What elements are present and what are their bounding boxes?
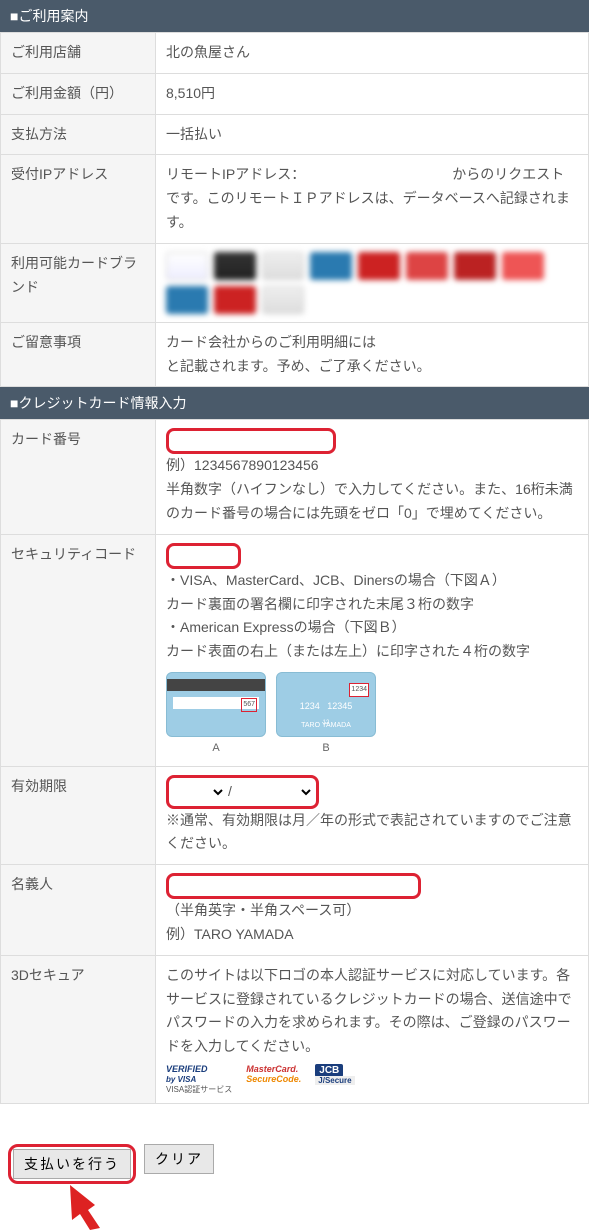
usage-guide-header: ■ご利用案内 bbox=[0, 0, 589, 32]
3dsecure-logos: VERIFIED by VISA VISA認証サービス MasterCard. … bbox=[166, 1065, 578, 1095]
cardnum-label: カード番号 bbox=[1, 420, 156, 534]
cvv-3digit-sample: 567 bbox=[241, 698, 257, 712]
diners-logo-icon bbox=[310, 252, 352, 280]
card-front-illustration: 1234 1234 1234512 TARO YAMADA bbox=[276, 672, 376, 737]
name-help: （半角英字・半角スペース可） bbox=[166, 902, 360, 918]
cardnum-help: 半角数字（ハイフンなし）で入力してください。また、16桁未満のカード番号の場合に… bbox=[166, 481, 573, 521]
card-logo-icon bbox=[358, 252, 400, 280]
clear-button[interactable]: クリア bbox=[144, 1144, 214, 1174]
cc-input-table: カード番号 例）1234567890123456 半角数字（ハイフンなし）で入力… bbox=[0, 419, 589, 1103]
name-example: 例）TARO YAMADA bbox=[166, 926, 294, 942]
jcb-logo-icon bbox=[262, 252, 304, 280]
expiry-help: ※通常、有効期限は月／年の形式で表記されていますのでご注意ください。 bbox=[166, 812, 572, 852]
3dsecure-help: このサイトは以下ロゴの本人認証サービスに対応しています。各サービスに登録されてい… bbox=[166, 967, 572, 1054]
cvv-help-line: カード表面の右上（または左上）に印字された４桁の数字 bbox=[166, 643, 530, 659]
card-logo-icon bbox=[502, 252, 544, 280]
payment-method-label: 支払方法 bbox=[1, 114, 156, 155]
expiry-month-select[interactable] bbox=[171, 779, 226, 805]
card-logo-icon bbox=[454, 252, 496, 280]
store-value: 北の魚屋さん bbox=[156, 33, 589, 74]
cvv-help-line: カード裏面の署名欄に印字された末尾３桁の数字 bbox=[166, 596, 474, 612]
cvv-help-line: ・American Expressの場合（下図Ｂ） bbox=[166, 619, 406, 635]
amount-label: ご利用金額（円） bbox=[1, 73, 156, 114]
action-button-row: 支払いを行う クリア bbox=[8, 1144, 589, 1184]
cvv-help-line: ・VISA、MasterCard、JCB、Dinersの場合（下図Ａ） bbox=[166, 572, 506, 588]
expiry-label: 有効期限 bbox=[1, 766, 156, 865]
card-logo-icon bbox=[166, 286, 208, 314]
cardnum-example: 例）1234567890123456 bbox=[166, 457, 319, 473]
amount-value: 8,510円 bbox=[156, 73, 589, 114]
verified-by-visa-logo-icon: VERIFIED by VISA VISA認証サービス bbox=[166, 1065, 232, 1095]
card-back-illustration: 567 bbox=[166, 672, 266, 737]
card-logo-icon bbox=[214, 286, 256, 314]
card-b-label: B bbox=[276, 739, 376, 758]
ip-value: リモートIPアドレス： からのリクエストです。このリモートＩＰアドレスは、データ… bbox=[156, 155, 589, 243]
pointer-arrow-icon bbox=[60, 1180, 589, 1230]
submit-payment-button[interactable]: 支払いを行う bbox=[13, 1149, 131, 1179]
expiry-slash: / bbox=[226, 780, 234, 804]
cc-input-header: ■クレジットカード情報入力 bbox=[0, 387, 589, 419]
cvv-label: セキュリティコード bbox=[1, 534, 156, 766]
cardholder-name-input[interactable] bbox=[166, 873, 421, 899]
ip-label: 受付IPアドレス bbox=[1, 155, 156, 243]
notice-value: カード会社からのご利用明細には と記載されます。予め、ご了承ください。 bbox=[156, 322, 589, 387]
store-label: ご利用店舗 bbox=[1, 33, 156, 74]
brands-label: 利用可能カードブランド bbox=[1, 243, 156, 322]
cvv-4digit-sample: 1234 bbox=[349, 683, 369, 697]
card-brand-logos bbox=[166, 252, 578, 314]
cardholder-name-label: 名義人 bbox=[1, 865, 156, 956]
card-number-input[interactable] bbox=[166, 428, 336, 454]
card-logo-icon bbox=[406, 252, 448, 280]
payment-method-value: 一括払い bbox=[156, 114, 589, 155]
cvv-illustration: 567 A 1234 1234 1234512 TARO YAMADA B bbox=[166, 672, 578, 758]
card-a-label: A bbox=[166, 739, 266, 758]
jcb-jsecure-logo-icon: JCB J/Secure bbox=[315, 1065, 354, 1095]
usage-guide-table: ご利用店舗 北の魚屋さん ご利用金額（円） 8,510円 支払方法 一括払い 受… bbox=[0, 32, 589, 387]
mastercard-securecode-logo-icon: MasterCard. SecureCode. bbox=[246, 1065, 301, 1095]
expiry-year-select[interactable] bbox=[234, 779, 314, 805]
mastercard-logo-icon bbox=[214, 252, 256, 280]
security-code-input[interactable] bbox=[166, 543, 241, 569]
brands-value bbox=[156, 243, 589, 322]
3dsecure-label: 3Dセキュア bbox=[1, 955, 156, 1103]
notice-label: ご留意事項 bbox=[1, 322, 156, 387]
card-logo-icon bbox=[262, 286, 304, 314]
visa-logo-icon bbox=[166, 252, 208, 280]
